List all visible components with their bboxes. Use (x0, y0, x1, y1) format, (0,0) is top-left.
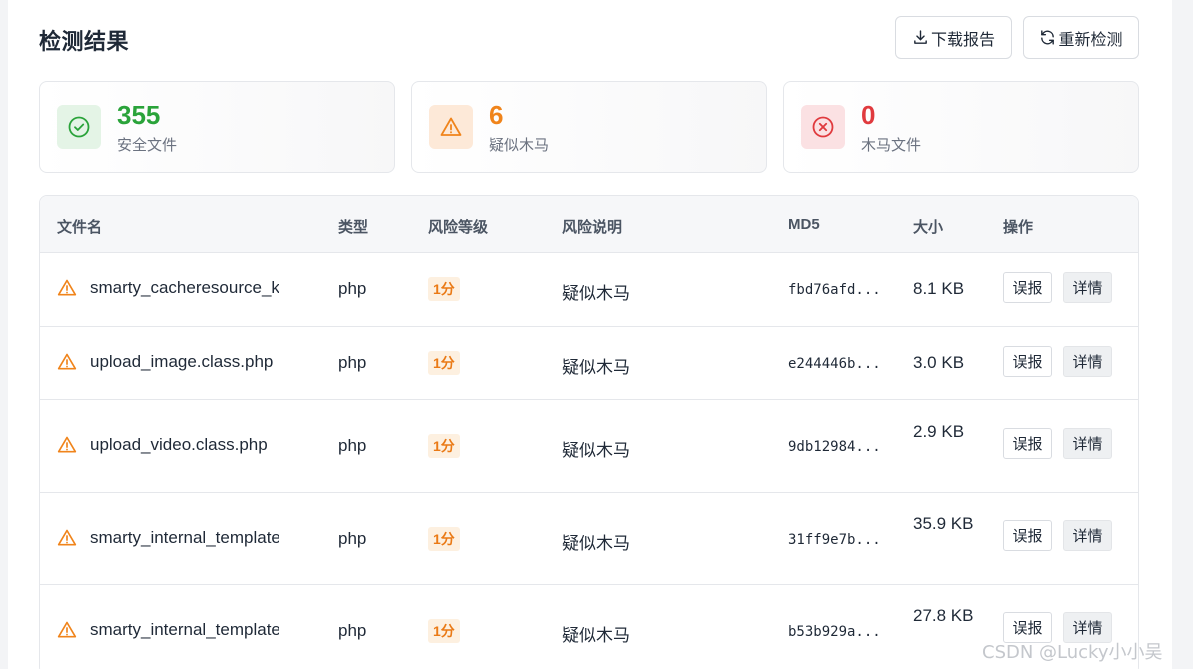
file-size: 2.9 KB (913, 422, 965, 441)
risk-badge: 1分 (428, 434, 460, 458)
file-name-cell: upload_image.class.php (57, 352, 279, 372)
risk-desc: 疑似木马 (562, 534, 630, 553)
file-type: php (338, 279, 367, 298)
page-title: 检测结果 (39, 29, 130, 54)
column-header-actions: 操作 (1003, 219, 1034, 236)
warning-triangle-icon (57, 436, 77, 453)
file-type: php (338, 436, 367, 455)
warning-triangle-icon (57, 621, 77, 638)
warning-triangle-icon (57, 279, 77, 296)
false-report-button[interactable]: 误报 (1003, 272, 1052, 303)
file-type: php (338, 621, 367, 640)
refresh-icon (1041, 30, 1055, 45)
stat-value-trojan: 0 (861, 100, 876, 130)
md5-value: 31ff9e7b... (788, 532, 881, 548)
md5-value: b53b929a... (788, 624, 881, 640)
file-name-cell: smarty_internal_templatebase.php (57, 620, 279, 640)
detail-button[interactable]: 详情 (1063, 520, 1112, 551)
risk-badge: 1分 (428, 619, 460, 643)
file-size: 3.0 KB (913, 353, 965, 372)
column-header-risk-level: 风险等级 (428, 219, 489, 236)
md5-value: fbd76afd... (788, 282, 881, 298)
detail-button[interactable]: 详情 (1063, 272, 1112, 303)
results-panel: 检测结果 下载报告 重新检测 355 安全文件 6 疑似木马 0 木马文件 文件… (8, 0, 1172, 669)
warning-triangle-icon (57, 529, 77, 546)
risk-badge: 1分 (428, 351, 460, 375)
warning-triangle-icon (429, 105, 473, 149)
false-report-button[interactable]: 误报 (1003, 346, 1052, 377)
md5-value: 9db12984... (788, 439, 881, 455)
detail-button[interactable]: 详情 (1063, 428, 1112, 459)
download-report-label: 下载报告 (930, 31, 995, 49)
detail-button[interactable]: 详情 (1063, 346, 1112, 377)
check-circle-icon (57, 105, 101, 149)
x-circle-icon (801, 105, 845, 149)
stat-value-suspicious: 6 (489, 100, 504, 130)
column-header-size: 大小 (913, 219, 944, 236)
column-header-md5: MD5 (788, 216, 820, 233)
stat-label-suspicious: 疑似木马 (489, 137, 550, 154)
download-icon (914, 30, 927, 44)
table-row: smarty_cacheresource_keyvaluestore.php p… (40, 253, 1138, 327)
results-header: 检测结果 下载报告 重新检测 (39, 16, 1139, 60)
file-name: upload_video.class.php (90, 435, 268, 454)
file-size: 8.1 KB (913, 279, 965, 298)
file-name: smarty_internal_template.php (90, 528, 279, 547)
file-name: smarty_internal_templatebase.php (90, 620, 279, 639)
md5-value: e244446b... (788, 356, 881, 372)
file-name: smarty_cacheresource_keyvaluestore.php (90, 278, 279, 297)
stat-card-suspicious: 6 疑似木马 (411, 81, 767, 173)
risk-desc: 疑似木马 (562, 284, 630, 303)
column-header-risk-desc: 风险说明 (562, 219, 623, 236)
column-header-filename: 文件名 (57, 219, 103, 236)
false-report-button[interactable]: 误报 (1003, 428, 1052, 459)
column-header-type: 类型 (338, 219, 369, 236)
stat-card-safe: 355 安全文件 (39, 81, 395, 173)
stat-value-safe: 355 (117, 100, 161, 130)
risk-desc: 疑似木马 (562, 441, 630, 460)
stat-card-trojan: 0 木马文件 (783, 81, 1139, 173)
redetect-label: 重新检测 (1058, 31, 1123, 49)
file-type: php (338, 529, 367, 548)
redetect-button[interactable]: 重新检测 (1023, 16, 1139, 59)
table-header: 文件名 类型 风险等级 风险说明 MD5 大小 操作 (40, 196, 1138, 253)
warning-triangle-icon (57, 353, 77, 370)
file-size: 35.9 KB (913, 514, 974, 533)
file-name-cell: smarty_cacheresource_keyvaluestore.php (57, 278, 279, 298)
results-table: 文件名 类型 风险等级 风险说明 MD5 大小 操作 smarty_cacher… (39, 195, 1139, 669)
stat-label-safe: 安全文件 (117, 137, 178, 154)
risk-badge: 1分 (428, 527, 460, 551)
file-name-cell: smarty_internal_template.php (57, 528, 279, 548)
risk-badge: 1分 (428, 277, 460, 301)
file-type: php (338, 353, 367, 372)
table-row: smarty_internal_template.php php 1分 疑似木马… (40, 493, 1138, 585)
file-name: upload_image.class.php (90, 352, 274, 371)
stat-label-trojan: 木马文件 (861, 137, 922, 154)
risk-desc: 疑似木马 (562, 358, 630, 377)
risk-desc: 疑似木马 (562, 626, 630, 645)
file-name-cell: upload_video.class.php (57, 435, 279, 455)
table-row: upload_video.class.php php 1分 疑似木马 9db12… (40, 400, 1138, 493)
table-row: smarty_internal_templatebase.php php 1分 … (40, 585, 1138, 669)
table-row: upload_image.class.php php 1分 疑似木马 e2444… (40, 327, 1138, 400)
watermark: CSDN @Lucky小小吴 (982, 642, 1163, 663)
false-report-button[interactable]: 误报 (1003, 520, 1052, 551)
download-report-button[interactable]: 下载报告 (895, 16, 1012, 59)
file-size: 27.8 KB (913, 606, 974, 625)
